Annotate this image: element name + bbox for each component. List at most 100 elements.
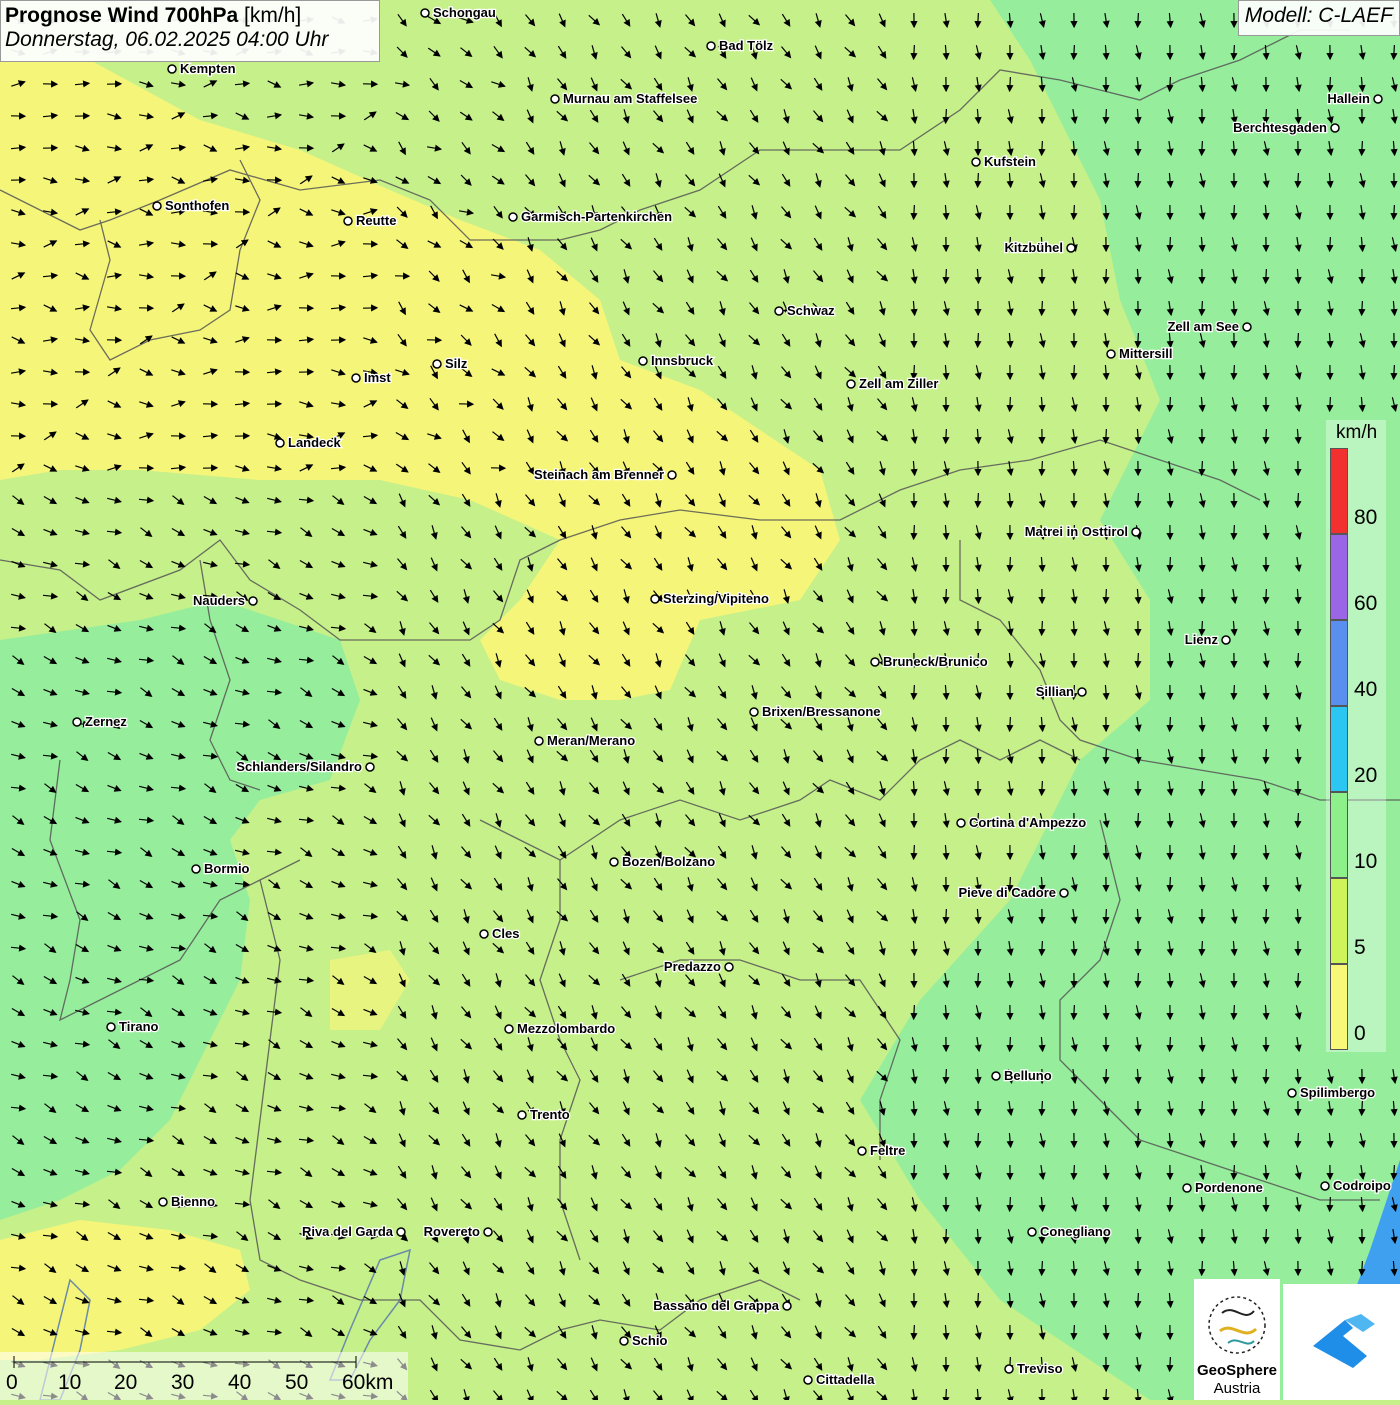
- city-label: Hallein: [1327, 91, 1370, 106]
- city-label: Berchtesgaden: [1233, 120, 1327, 135]
- city-marker[interactable]: Berchtesgaden: [1233, 120, 1339, 135]
- city-marker[interactable]: Schlanders/Silandro: [236, 759, 374, 774]
- city-marker[interactable]: Sterzing/Vipiteno: [651, 591, 769, 606]
- wind-arrow: [1234, 1005, 1235, 1019]
- city-marker[interactable]: Zell am Ziller: [847, 376, 938, 391]
- city-marker[interactable]: Innsbruck: [639, 353, 714, 368]
- wind-arrow: [1074, 1005, 1075, 1019]
- wind-arrow: [1138, 173, 1139, 187]
- city-dot: [505, 1025, 513, 1033]
- wind-arrow: [1010, 557, 1011, 571]
- wind-arrow: [1234, 365, 1235, 379]
- city-marker[interactable]: Bruneck/Brunico: [871, 654, 988, 669]
- city-label: Tirano: [119, 1019, 159, 1034]
- legend-swatch: [1330, 878, 1348, 964]
- wind-arrow: [1074, 1325, 1075, 1339]
- city-dot: [707, 42, 715, 50]
- city-dot: [509, 213, 517, 221]
- wind-arrow: [1042, 941, 1043, 955]
- city-marker[interactable]: Spilimbergo: [1288, 1085, 1375, 1100]
- city-dot: [847, 380, 855, 388]
- wind-arrow: [1170, 877, 1171, 891]
- wind-arrow: [1330, 1197, 1331, 1211]
- city-marker[interactable]: Pieve di Cadore: [958, 885, 1068, 900]
- city-label: Reutte: [356, 213, 396, 228]
- app-logo[interactable]: [1283, 1284, 1400, 1400]
- city-marker[interactable]: Schongau: [421, 5, 496, 20]
- wind-arrow: [1394, 205, 1395, 219]
- wind-arrow: [1298, 493, 1299, 507]
- city-marker[interactable]: Matrei in Osttirol: [1025, 524, 1140, 539]
- wind-arrow: [1170, 397, 1171, 411]
- legend-label: 40: [1354, 678, 1377, 702]
- city-dot: [1060, 889, 1068, 897]
- wind-arrow: [1074, 1165, 1075, 1179]
- city-label: Innsbruck: [651, 353, 714, 368]
- city-label: Lienz: [1185, 632, 1219, 647]
- wind-arrow: [1106, 1389, 1107, 1400]
- city-label: Codroipo: [1333, 1178, 1391, 1193]
- city-label: Treviso: [1017, 1361, 1063, 1376]
- city-marker[interactable]: Garmisch-Partenkirchen: [509, 209, 672, 224]
- wind-arrow: [1042, 1101, 1043, 1115]
- logo-line2: Austria: [1194, 1380, 1280, 1397]
- city-label: Imst: [364, 370, 391, 385]
- wind-arrow: [1394, 45, 1395, 59]
- city-label: Rovereto: [424, 1224, 480, 1239]
- city-marker[interactable]: Conegliano: [1028, 1224, 1111, 1239]
- wind-map[interactable]: SchongauBad TölzKemptenMurnau am Staffel…: [0, 0, 1400, 1400]
- city-label: Conegliano: [1040, 1224, 1111, 1239]
- city-dot: [610, 858, 618, 866]
- wind-arrow: [1074, 45, 1075, 59]
- city-marker[interactable]: Zell am See: [1167, 319, 1251, 334]
- wind-arrow: [978, 1133, 979, 1147]
- city-label: Predazzo: [664, 959, 721, 974]
- wind-arrow: [1298, 653, 1299, 667]
- city-marker[interactable]: Meran/Merano: [535, 733, 635, 748]
- wind-arrow: [1138, 1133, 1139, 1147]
- wind-arrow: [1362, 301, 1363, 315]
- city-label: Garmisch-Partenkirchen: [521, 209, 672, 224]
- city-marker[interactable]: Murnau am Staffelsee: [551, 91, 697, 106]
- wind-arrow: [1202, 941, 1203, 955]
- city-label: Zell am Ziller: [859, 376, 938, 391]
- city-marker[interactable]: Bassano del Grappa: [653, 1298, 791, 1313]
- city-marker[interactable]: Cortina d'Ampezzo: [957, 815, 1086, 830]
- city-marker[interactable]: Sonthofen: [153, 198, 229, 213]
- city-dot: [535, 737, 543, 745]
- wind-arrow: [914, 685, 915, 699]
- city-label: Bormio: [204, 861, 250, 876]
- wind-arrow: [1298, 173, 1299, 187]
- city-marker[interactable]: Steinach am Brenner: [534, 467, 676, 482]
- wind-arrow: [1266, 749, 1267, 763]
- wind-arrow: [914, 45, 915, 59]
- wind-arrow: [1266, 1069, 1267, 1083]
- city-label: Cortina d'Ampezzo: [969, 815, 1086, 830]
- city-marker[interactable]: Brixen/Bressanone: [750, 704, 881, 719]
- city-label: Pieve di Cadore: [958, 885, 1056, 900]
- city-label: Schio: [632, 1333, 667, 1348]
- city-dot: [344, 217, 352, 225]
- wind-arrow: [946, 589, 947, 603]
- wind-arrow: [1042, 461, 1043, 475]
- wind-arrow: [1234, 525, 1235, 539]
- geosphere-emblem-icon: [1194, 1283, 1280, 1363]
- scale-label: 50: [285, 1371, 308, 1395]
- city-marker[interactable]: Mezzolombardo: [505, 1021, 615, 1036]
- city-dot: [1183, 1184, 1191, 1192]
- wind-arrow: [1298, 813, 1299, 827]
- map-title: Prognose Wind 700hPa [km/h]: [5, 4, 375, 28]
- city-marker[interactable]: Riva del Garda: [302, 1224, 405, 1239]
- wind-arrow: [978, 973, 979, 987]
- city-marker[interactable]: Pordenone: [1183, 1180, 1263, 1195]
- scale-label: 30: [171, 1371, 194, 1395]
- wind-arrow: [978, 173, 979, 187]
- city-dot: [1107, 350, 1115, 358]
- city-label: Bienno: [171, 1194, 215, 1209]
- city-marker[interactable]: Bozen/Bolzano: [610, 854, 715, 869]
- wind-arrow: [1234, 45, 1235, 59]
- city-dot: [1028, 1228, 1036, 1236]
- city-dot: [1067, 244, 1075, 252]
- city-dot: [783, 1302, 791, 1310]
- city-dot: [352, 374, 360, 382]
